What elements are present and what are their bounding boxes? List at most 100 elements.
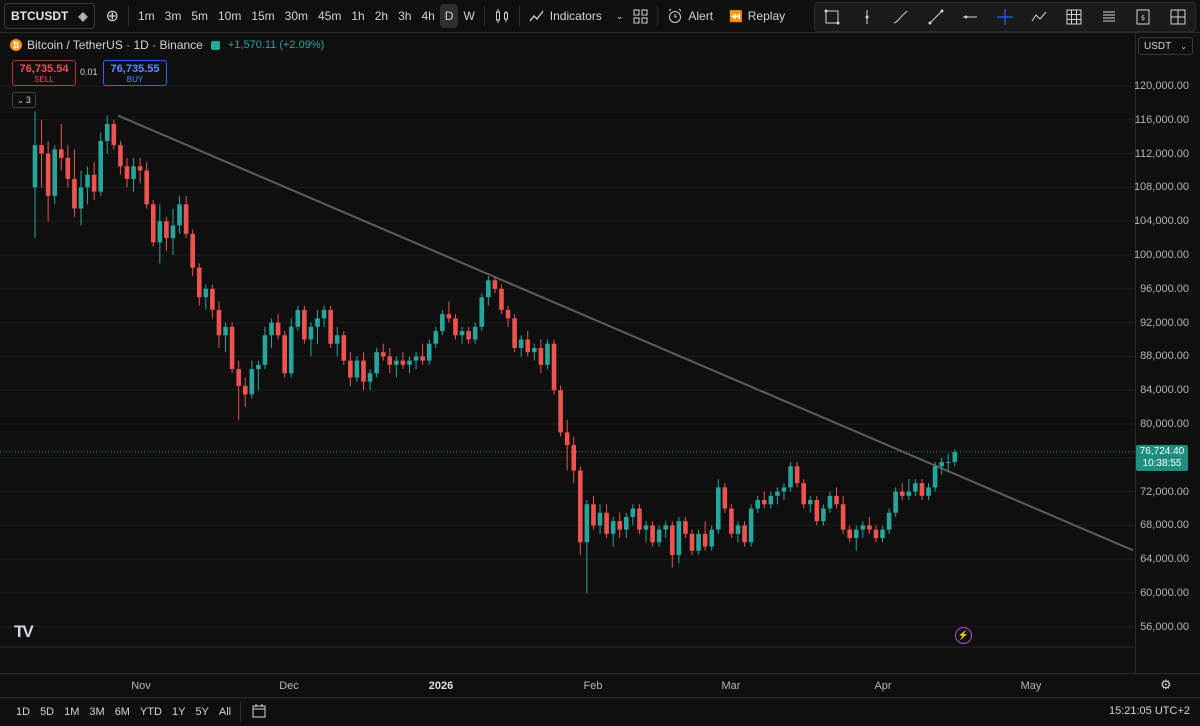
interval-15m[interactable]: 15m (246, 4, 279, 28)
candle-body (564, 432, 570, 446)
chart-type-button[interactable] (489, 4, 515, 28)
replay-button[interactable]: ⏪ Replay (724, 4, 790, 28)
path-icon[interactable] (1027, 5, 1051, 29)
buy-price: 76,735.55 (110, 62, 160, 75)
time-scale-label: May (1020, 680, 1042, 692)
candle-body (669, 525, 675, 555)
candle-body (676, 521, 682, 555)
lightning-icon[interactable]: ⚡ (955, 627, 972, 644)
candle-body (505, 309, 511, 319)
candle-body (853, 529, 859, 539)
candle-body (492, 280, 498, 289)
market-status-icon[interactable] (210, 40, 220, 50)
list-icon[interactable] (1097, 5, 1121, 29)
symbol-label: BTCUSDT (11, 9, 69, 23)
interval-4h[interactable]: 4h (416, 4, 439, 28)
candle-body (118, 145, 123, 167)
candle-body (321, 309, 327, 319)
price-scale-label: 116,000.00 (1134, 113, 1189, 126)
rectangle-icon[interactable] (820, 5, 844, 29)
vertical-line-icon[interactable] (855, 5, 879, 29)
price-scale[interactable]: 120,000.00 116,000.00 112,000.00 108,000.00… (1134, 33, 1200, 673)
spread-value: 0.01 (80, 67, 98, 77)
interval-30m[interactable]: 30m (280, 4, 313, 28)
range-ytd[interactable]: YTD (135, 706, 167, 718)
candle-body (334, 335, 340, 344)
candle-body (394, 360, 399, 365)
interval-2h[interactable]: 2h (370, 4, 393, 28)
range-1m[interactable]: 1M (59, 706, 84, 718)
candle-body (761, 500, 767, 505)
last-price-tag: 76,724.40 10:38:55 (1136, 445, 1188, 471)
candle-body (518, 339, 524, 348)
brush-icon[interactable] (889, 5, 913, 29)
interval-10m[interactable]: 10m (213, 4, 246, 28)
price-range-icon[interactable]: $ (1131, 5, 1155, 29)
candle-body (32, 145, 38, 188)
candle-body (571, 445, 577, 471)
candle-body (768, 495, 774, 505)
sell-button[interactable]: 76,735.54 SELL (12, 60, 76, 86)
interval-1h[interactable]: 1h (346, 4, 369, 28)
date-range-icon[interactable] (251, 703, 267, 722)
candle-body (150, 204, 156, 243)
candle-body (91, 174, 97, 192)
alert-button[interactable]: Alert (662, 4, 718, 28)
candle-body (302, 309, 307, 340)
range-1y[interactable]: 1Y (167, 706, 190, 718)
candle-body (479, 297, 485, 327)
indicators-collapse-button[interactable]: ⌄ 3 (12, 92, 36, 108)
price-scale-label: 112,000.00 (1134, 147, 1189, 160)
price-scale-label: 60,000.00 (1140, 587, 1189, 599)
interval-3m[interactable]: 3m (160, 4, 187, 28)
candle-body (229, 326, 235, 370)
symbol-search[interactable]: BTCUSDT ◈ (4, 3, 95, 29)
candle-body (223, 326, 228, 336)
interval-45m[interactable]: 45m (313, 4, 346, 28)
utc-clock[interactable]: 15:21:05 UTC+2 (1109, 705, 1190, 717)
candle-body (781, 487, 787, 492)
layouts-button[interactable] (628, 4, 653, 28)
candle-body (472, 326, 478, 340)
trend-line-icon[interactable] (924, 5, 948, 29)
candle-body (45, 153, 51, 196)
range-5y[interactable]: 5Y (190, 706, 213, 718)
horizontal-ray-icon[interactable] (958, 5, 982, 29)
interval-1m[interactable]: 1m (133, 4, 160, 28)
indicators-button[interactable]: Indicators ⌄ (524, 4, 629, 28)
price-scale-label: 96,000.00 (1140, 282, 1189, 295)
symbol-options-icon[interactable]: ◈ (78, 9, 87, 23)
candle-body (729, 508, 734, 534)
price-chart[interactable] (0, 33, 1135, 673)
range-1d[interactable]: 1D (11, 706, 35, 718)
buy-button[interactable]: 76,735.55 BUY (103, 60, 167, 86)
interval-3h[interactable]: 3h (393, 4, 416, 28)
candles-icon (495, 9, 508, 23)
candle-body (545, 343, 550, 365)
time-scale-label: Feb (583, 680, 603, 692)
interval-5m[interactable]: 5m (186, 4, 213, 28)
range-6m[interactable]: 6M (110, 706, 135, 718)
range-all[interactable]: All (214, 706, 236, 718)
candle-body (656, 529, 662, 543)
candle-body (788, 466, 793, 488)
range-5d[interactable]: 5D (35, 706, 59, 718)
candle-body (899, 491, 905, 496)
price-scale-label: 56,000.00 (1140, 620, 1189, 633)
interval-w[interactable]: W (458, 4, 479, 28)
candle-body (361, 360, 366, 382)
candle-body (124, 166, 130, 179)
time-scale[interactable]: Nov Dec 2026 Feb Mar Apr May (0, 673, 1200, 698)
grid-icon[interactable] (1062, 5, 1086, 29)
candle-body (715, 487, 721, 530)
layout-grid-icon (633, 9, 648, 23)
compare-symbol-button[interactable]: ⊕ (101, 4, 124, 28)
projection-icon[interactable] (1166, 5, 1190, 29)
currency-select[interactable]: USDT ⌄ (1138, 37, 1193, 55)
range-3m[interactable]: 3M (84, 706, 109, 718)
candle-body (170, 225, 176, 239)
interval-d[interactable]: D (439, 4, 459, 28)
crosshair-icon[interactable] (993, 5, 1017, 29)
candle-body (262, 335, 268, 365)
settings-gear-icon[interactable]: ⚙ (1160, 677, 1172, 693)
